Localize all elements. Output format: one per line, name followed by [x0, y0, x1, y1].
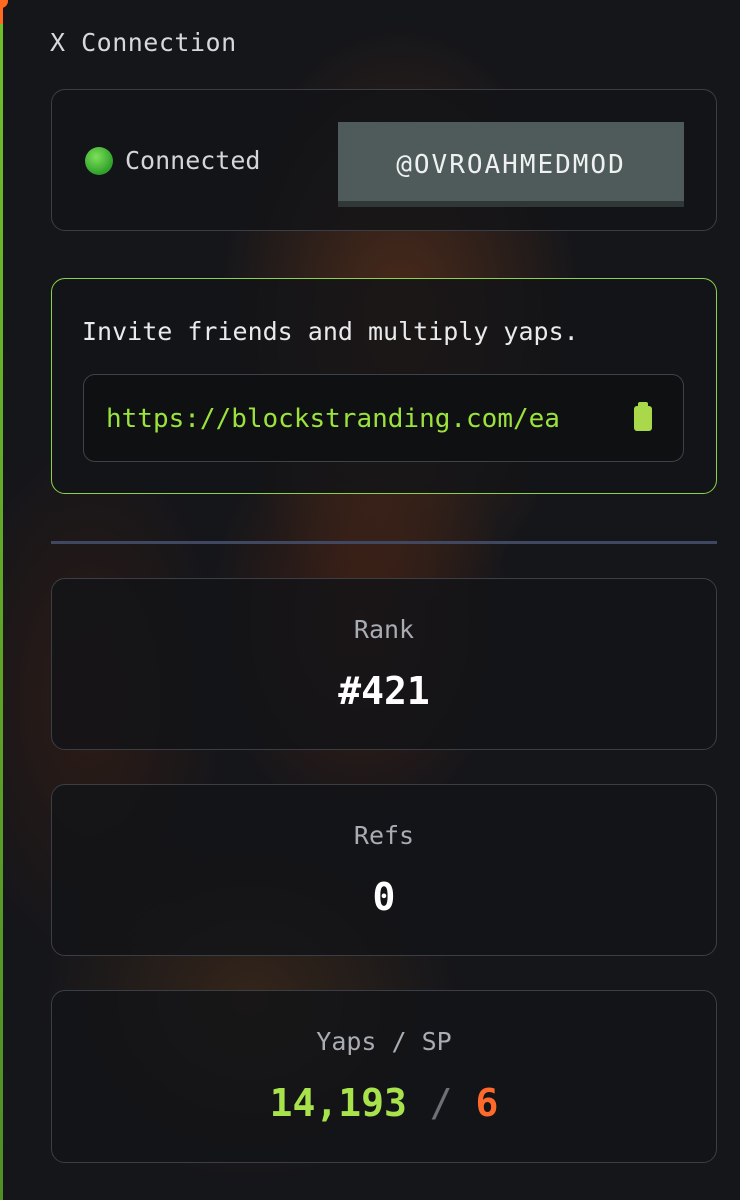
clipboard-icon[interactable] — [634, 402, 652, 431]
yaps-count: 14,193 — [269, 1081, 407, 1125]
rank-card: Rank #421 — [51, 578, 717, 750]
referral-link-input[interactable] — [106, 397, 598, 441]
x-handle-button[interactable]: @OVROAHMEDMOD — [338, 122, 684, 207]
section-divider — [51, 541, 717, 544]
connection-status: Connected — [85, 146, 260, 175]
refs-card: Refs 0 — [51, 784, 717, 956]
sp-count: 6 — [475, 1081, 499, 1125]
connection-card: Connected @OVROAHMEDMOD — [51, 89, 717, 231]
yaps-sp-card: Yaps / SP 14,193 / 6 — [51, 990, 717, 1163]
panel-edge-accent — [0, 0, 3, 1200]
referral-link-box — [83, 374, 684, 462]
invite-card: Invite friends and multiply yaps. — [51, 278, 717, 494]
green-circle-icon — [85, 146, 113, 175]
corner-accent-dot — [0, 0, 8, 8]
profile-panel: X Connection Connected @OVROAHMEDMOD Inv… — [0, 0, 740, 1200]
rank-label: Rank — [353, 615, 415, 644]
connection-status-label: Connected — [125, 146, 261, 175]
yaps-sp-value: 14,193 / 6 — [52, 1081, 716, 1125]
yaps-sp-separator: / — [429, 1081, 453, 1125]
yaps-sp-label: Yaps / SP — [316, 1027, 452, 1056]
refs-label: Refs — [353, 821, 415, 850]
invite-description: Invite friends and multiply yaps. — [82, 317, 579, 346]
rank-value: #421 — [338, 669, 430, 713]
section-title: X Connection — [50, 28, 237, 57]
refs-value: 0 — [372, 875, 396, 919]
